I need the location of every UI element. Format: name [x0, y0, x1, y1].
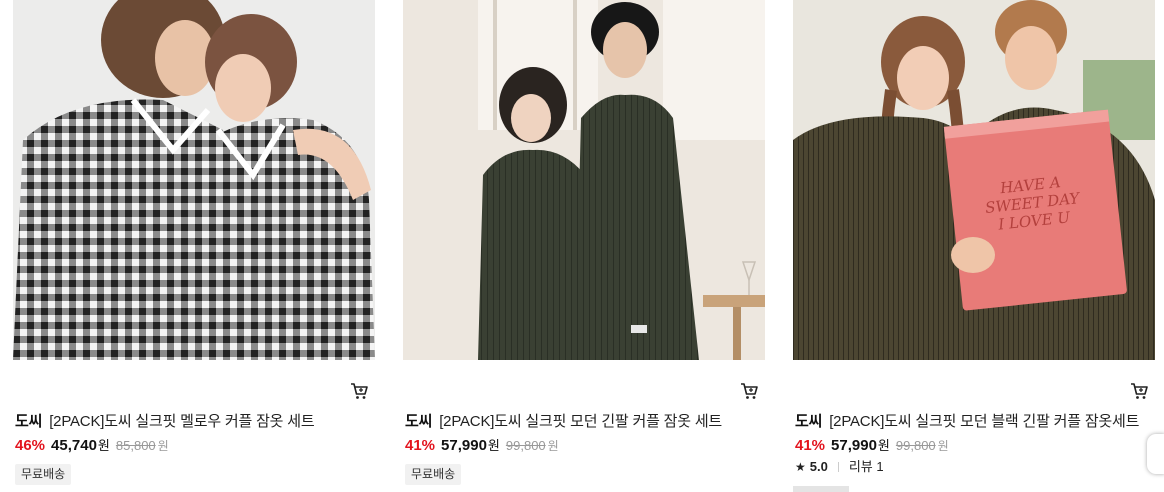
- add-to-cart-button[interactable]: [1129, 381, 1149, 401]
- price-row: 46% 45,740원 85,800 원: [15, 435, 373, 457]
- cart-icon: [1131, 383, 1148, 399]
- product-name[interactable]: [2PACK]도씨 실크핏 모던 블랙 긴팔 커플 잠옷세트: [829, 413, 1139, 430]
- product-image[interactable]: [403, 0, 765, 360]
- original-price: 85,800: [115, 438, 156, 453]
- discount-rate: 41%: [405, 437, 436, 454]
- discount-rate: 46%: [15, 437, 46, 454]
- star-icon: ★: [795, 460, 806, 474]
- product-info: 도씨 [2PACK]도씨 실크핏 모던 블랙 긴팔 커플 잠옷세트 41% 57,9…: [795, 410, 1153, 477]
- review-count[interactable]: 리뷰 1: [849, 459, 884, 474]
- currency-unit: 원: [877, 438, 890, 453]
- cart-icon: [351, 383, 368, 399]
- cart-icon: [741, 383, 758, 399]
- free-shipping-badge: 무료배송: [405, 464, 462, 485]
- badge-placeholder: [793, 486, 849, 492]
- product-card[interactable]: 도씨 [2PACK]도씨 실크핏 모던 긴팔 커플 잠옷 세트 41% 57,990…: [403, 0, 765, 492]
- original-price: 99,800: [895, 438, 936, 453]
- product-card[interactable]: HAVE A SWEET DAY I LOVE U 도씨 [2PACK]도씨 실크…: [793, 0, 1164, 492]
- product-name[interactable]: [2PACK]도씨 실크핏 모던 긴팔 커플 잠옷 세트: [439, 413, 722, 430]
- product-title[interactable]: 도씨 [2PACK]도씨 실크핏 모던 블랙 긴팔 커플 잠옷세트: [795, 410, 1153, 434]
- product-name[interactable]: [2PACK]도씨 실크핏 멜로우 커플 잠옷 세트: [49, 413, 314, 430]
- original-currency-unit: 원: [547, 439, 559, 453]
- brand-name[interactable]: 도씨: [15, 413, 42, 430]
- rating-row: ★ 5.0 리뷰 1: [795, 457, 1153, 477]
- product-title[interactable]: 도씨 [2PACK]도씨 실크핏 멜로우 커플 잠옷 세트: [15, 410, 373, 434]
- original-price: 99,800: [505, 438, 546, 453]
- currency-unit: 원: [97, 438, 110, 453]
- product-info: 도씨 [2PACK]도씨 실크핏 멜로우 커플 잠옷 세트 46% 45,740원 8…: [15, 410, 373, 485]
- brand-name[interactable]: 도씨: [795, 413, 822, 430]
- sale-price: 45,740: [51, 437, 97, 454]
- product-image[interactable]: [13, 0, 375, 360]
- carousel-next-handle[interactable]: [1147, 434, 1164, 474]
- free-shipping-badge: 무료배송: [15, 464, 72, 485]
- price-row: 41% 57,990원 99,800 원: [795, 435, 1153, 457]
- product-card[interactable]: 도씨 [2PACK]도씨 실크핏 멜로우 커플 잠옷 세트 46% 45,740원 8…: [13, 0, 375, 492]
- add-to-cart-button[interactable]: [739, 381, 759, 401]
- divider: [837, 462, 839, 472]
- rating-score: 5.0: [809, 459, 828, 474]
- add-to-cart-button[interactable]: [349, 381, 369, 401]
- brand-name[interactable]: 도씨: [405, 413, 432, 430]
- product-info: 도씨 [2PACK]도씨 실크핏 모던 긴팔 커플 잠옷 세트 41% 57,990…: [405, 410, 763, 485]
- product-image[interactable]: HAVE A SWEET DAY I LOVE U: [793, 0, 1155, 360]
- sale-price: 57,990: [441, 437, 487, 454]
- sale-price: 57,990: [831, 437, 877, 454]
- product-title[interactable]: 도씨 [2PACK]도씨 실크핏 모던 긴팔 커플 잠옷 세트: [405, 410, 763, 434]
- original-currency-unit: 원: [937, 439, 949, 453]
- price-row: 41% 57,990원 99,800 원: [405, 435, 763, 457]
- currency-unit: 원: [487, 438, 500, 453]
- original-currency-unit: 원: [157, 439, 169, 453]
- product-grid: 도씨 [2PACK]도씨 실크핏 멜로우 커플 잠옷 세트 46% 45,740원 8…: [0, 0, 1164, 492]
- discount-rate: 41%: [795, 437, 826, 454]
